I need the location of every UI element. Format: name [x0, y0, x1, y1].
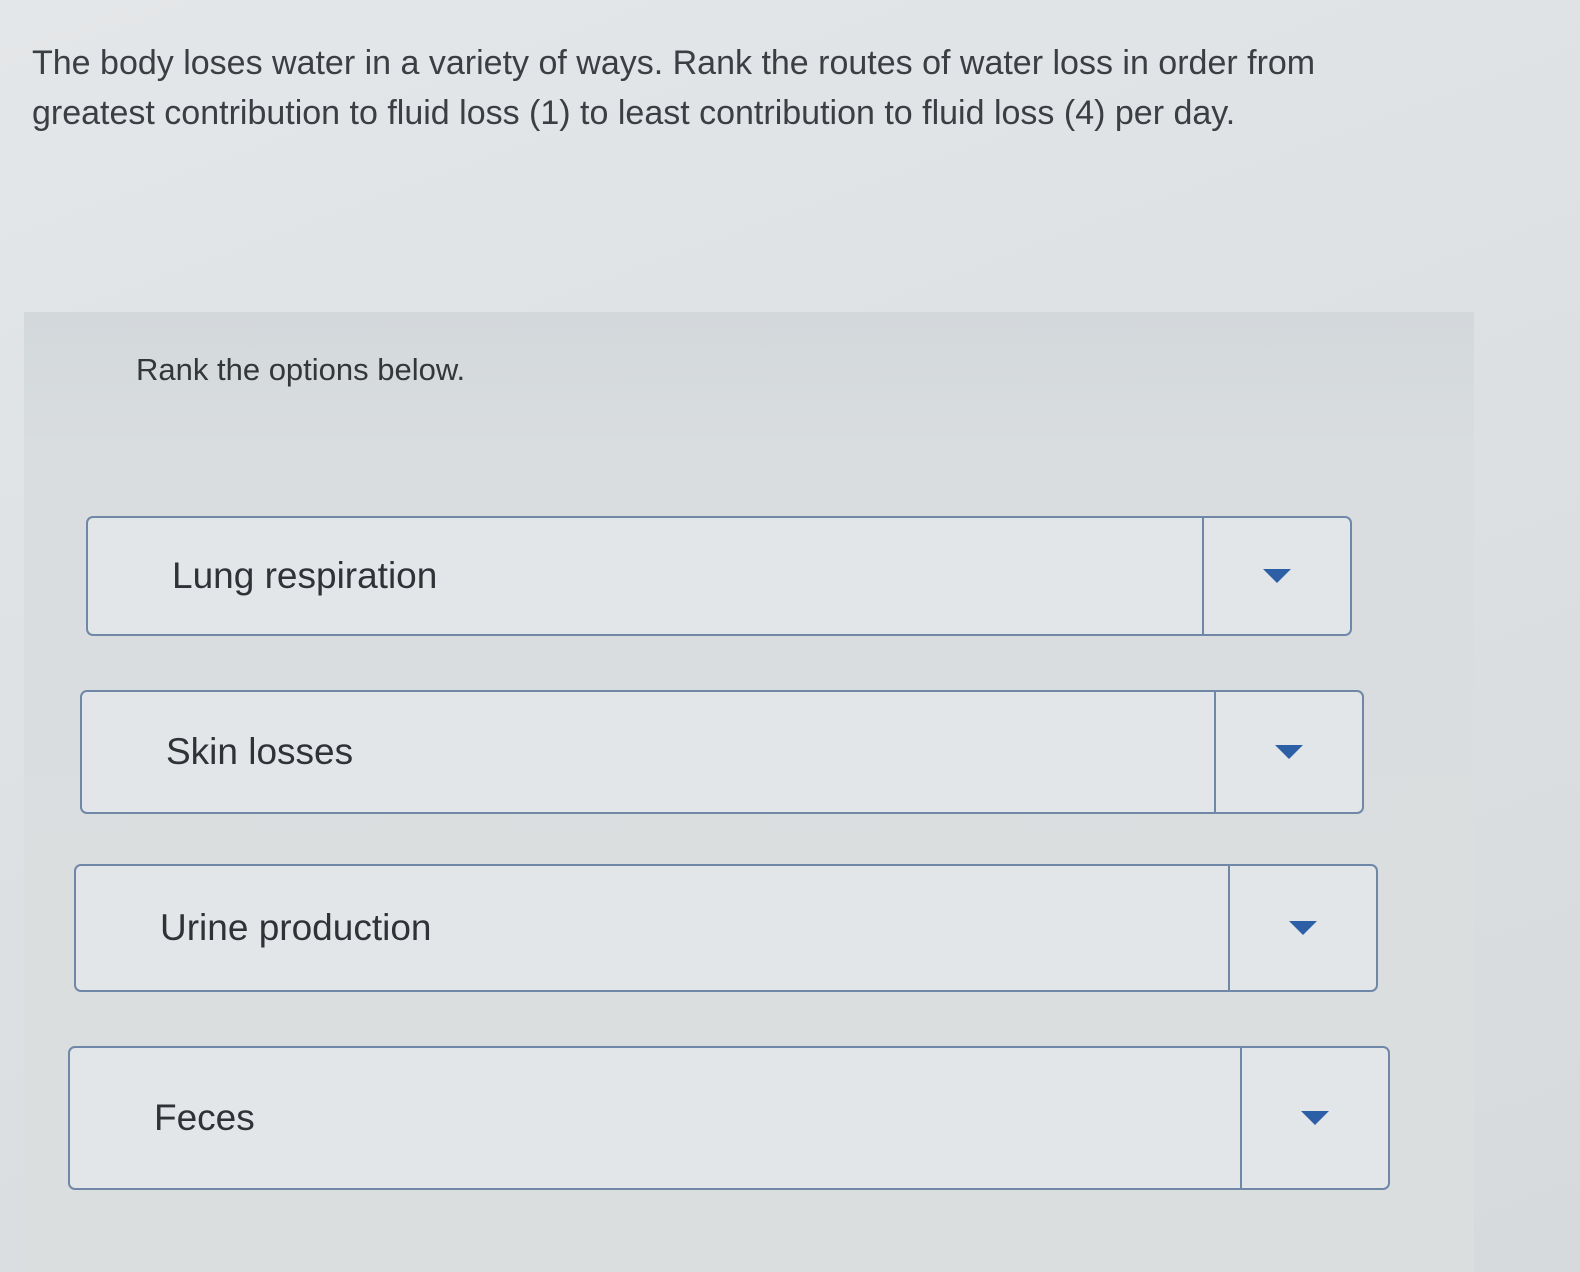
- caret-down-icon: [1275, 745, 1303, 759]
- caret-down-icon: [1289, 921, 1317, 935]
- ranking-options-list: Lung respiration Skin losses Urine produ…: [24, 312, 1474, 1272]
- option-label: Feces: [154, 1097, 255, 1138]
- rank-option-lung-respiration[interactable]: Lung respiration: [86, 516, 1352, 636]
- option-label: Skin losses: [166, 731, 354, 772]
- rank-dropdown-toggle[interactable]: [1240, 1048, 1388, 1188]
- caret-down-icon: [1263, 569, 1291, 583]
- option-label: Lung respiration: [172, 555, 438, 596]
- rank-dropdown-toggle[interactable]: [1214, 692, 1362, 812]
- ranking-panel: Rank the options below. Lung respiration…: [24, 312, 1474, 1272]
- option-label: Urine production: [160, 907, 432, 948]
- rank-option-skin-losses[interactable]: Skin losses: [80, 690, 1364, 814]
- rank-dropdown-toggle[interactable]: [1202, 518, 1350, 634]
- rank-option-urine-production[interactable]: Urine production: [74, 864, 1378, 992]
- ranking-question-page: The body loses water in a variety of way…: [0, 0, 1580, 1272]
- rank-dropdown-toggle[interactable]: [1228, 866, 1376, 990]
- question-text: The body loses water in a variety of way…: [32, 44, 1316, 132]
- caret-down-icon: [1301, 1111, 1329, 1125]
- rank-option-feces[interactable]: Feces: [68, 1046, 1390, 1190]
